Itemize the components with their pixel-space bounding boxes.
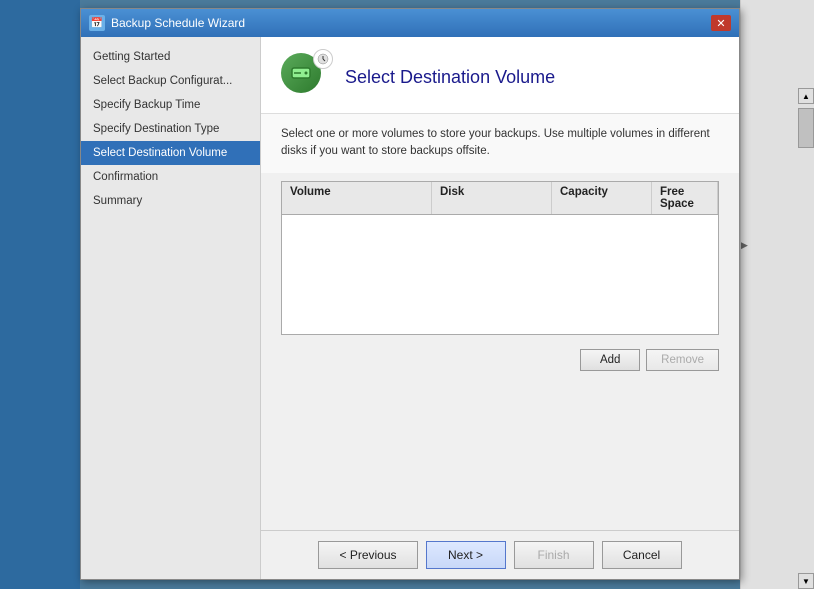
- main-content: Select Destination Volume Select one or …: [261, 37, 739, 579]
- finish-button[interactable]: Finish: [514, 541, 594, 569]
- title-bar-left: 📅 Backup Schedule Wizard: [89, 15, 245, 31]
- cancel-button[interactable]: Cancel: [602, 541, 682, 569]
- remove-volume-button[interactable]: Remove: [646, 349, 719, 371]
- sidebar-item-summary[interactable]: Summary: [81, 189, 260, 213]
- wizard-title-icon: 📅: [89, 15, 105, 31]
- dialog-title: Backup Schedule Wizard: [111, 16, 245, 30]
- sidebar-item-confirmation[interactable]: Confirmation: [81, 165, 260, 189]
- instruction-text: Select one or more volumes to store your…: [261, 114, 739, 173]
- sidebar-item-select-destination-volume[interactable]: Select Destination Volume: [81, 141, 260, 165]
- sidebar-item-select-backup-config[interactable]: Select Backup Configurat...: [81, 69, 260, 93]
- table-header: Volume Disk Capacity Free Space: [282, 182, 718, 215]
- sidebar-item-specify-destination-type[interactable]: Specify Destination Type: [81, 117, 260, 141]
- sidebar-item-specify-backup-time[interactable]: Specify Backup Time: [81, 93, 260, 117]
- scrollbar-down-arrow[interactable]: ▼: [798, 573, 814, 589]
- content-title: Select Destination Volume: [345, 67, 555, 88]
- next-button[interactable]: Next >: [426, 541, 506, 569]
- volumes-table: Volume Disk Capacity Free Space: [281, 181, 719, 336]
- table-body: [282, 215, 718, 335]
- scrollbar-thumb[interactable]: [798, 108, 814, 148]
- background-taskbar: [0, 0, 80, 589]
- content-header: Select Destination Volume: [261, 37, 739, 114]
- scrollbar-up-arrow[interactable]: ▲: [798, 88, 814, 104]
- wizard-sidebar: Getting Started Select Backup Configurat…: [81, 37, 261, 579]
- col-header-volume: Volume: [282, 182, 432, 214]
- button-bar: < Previous Next > Finish Cancel: [261, 530, 739, 579]
- expand-arrow[interactable]: ▶: [741, 240, 748, 251]
- background-side-panel: ▲ ▼ ▶: [740, 0, 814, 589]
- col-header-freespace: Free Space: [652, 182, 718, 214]
- col-header-disk: Disk: [432, 182, 552, 214]
- harddrive-icon: [289, 61, 313, 85]
- add-remove-area: Add Remove: [261, 343, 739, 377]
- sidebar-item-getting-started[interactable]: Getting Started: [81, 45, 260, 69]
- add-volume-button[interactable]: Add: [580, 349, 640, 371]
- close-button[interactable]: ✕: [711, 15, 731, 31]
- backup-schedule-wizard-dialog: 📅 Backup Schedule Wizard ✕ Getting Start…: [80, 8, 740, 580]
- header-badge-icon: [313, 49, 333, 69]
- header-icon-container: [281, 53, 329, 101]
- title-bar: 📅 Backup Schedule Wizard ✕: [81, 9, 739, 37]
- col-header-capacity: Capacity: [552, 182, 652, 214]
- content-spacer: [261, 377, 739, 530]
- previous-button[interactable]: < Previous: [318, 541, 417, 569]
- dialog-body: Getting Started Select Backup Configurat…: [81, 37, 739, 579]
- clock-badge-icon: [317, 53, 329, 65]
